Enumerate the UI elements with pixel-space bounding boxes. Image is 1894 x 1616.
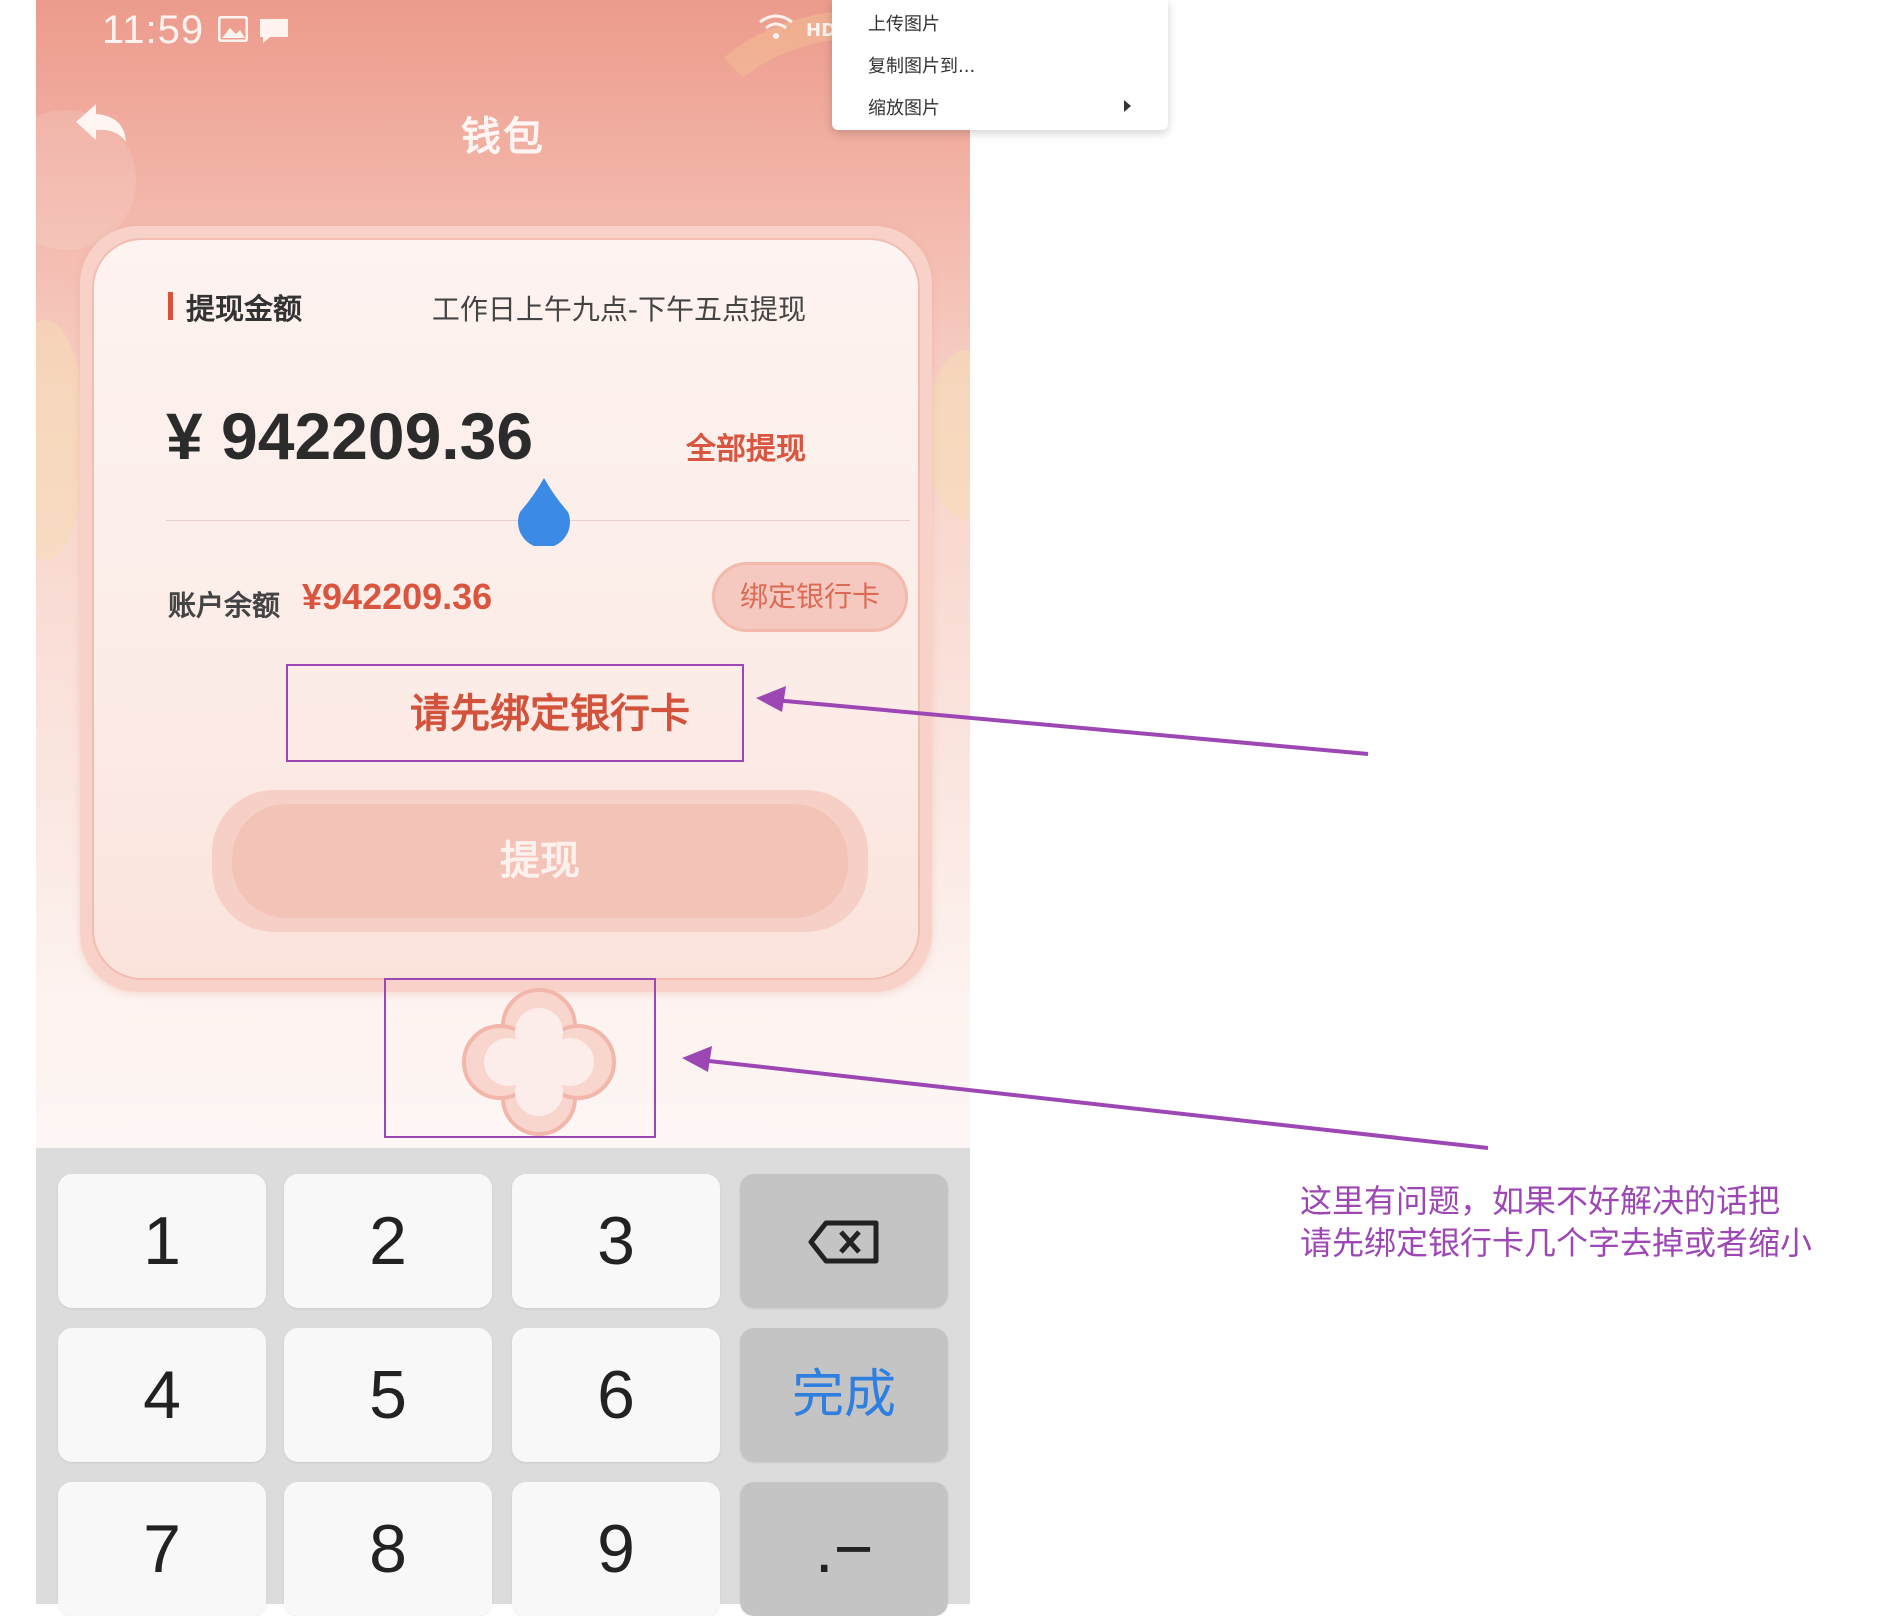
annotation-note-line2: 请先绑定银行卡几个字去掉或者缩小 [1300, 1224, 1813, 1262]
annotation-note-line1: 这里有问题，如果不好解决的话把 [1300, 1182, 1781, 1220]
annotation-arrows [682, 686, 1489, 1150]
